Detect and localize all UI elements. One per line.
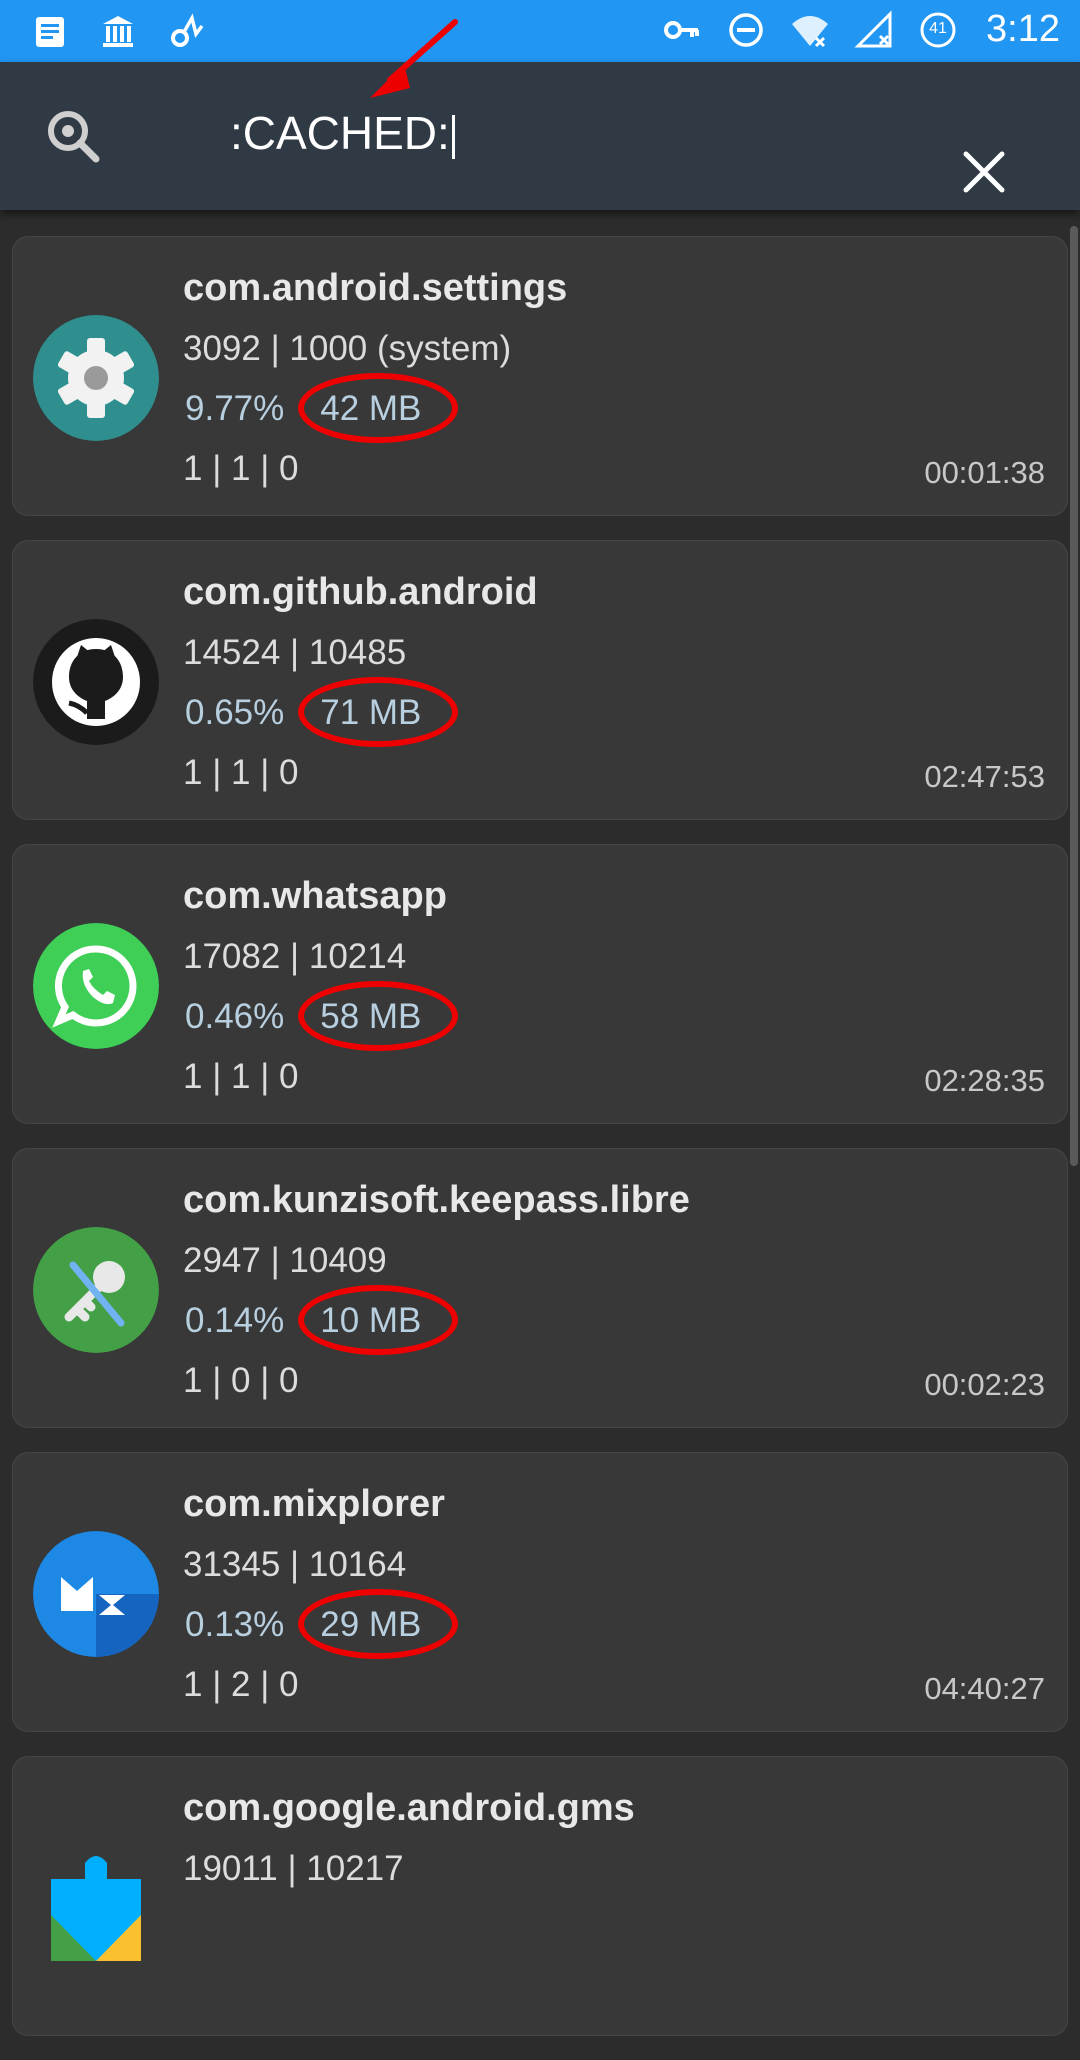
thread-counts: 1 | 0 | 0 <box>183 1361 299 1400</box>
battery-icon: 41 <box>918 10 958 50</box>
uptime: 00:01:38 <box>924 455 1045 490</box>
cpu-usage: 0.13% <box>185 1605 285 1644</box>
close-icon[interactable] <box>958 146 1010 198</box>
document-icon <box>36 17 64 47</box>
process-ids: 14524 | 10485 <box>183 633 407 672</box>
wifi-icon <box>792 15 829 47</box>
search-query-text: :CACHED: <box>230 107 450 159</box>
package-name: com.mixplorer <box>183 1483 445 1525</box>
status-bar: 41 3:12 <box>0 0 1080 62</box>
process-list: com.android.settings 3092 | 1000 (system… <box>12 236 1068 2060</box>
process-ids: 17082 | 10214 <box>183 937 407 976</box>
clock: 3:12 <box>986 8 1060 50</box>
github-icon <box>33 619 159 745</box>
cpu-usage: 0.14% <box>185 1301 285 1340</box>
process-card[interactable]: com.android.settings 3092 | 1000 (system… <box>12 236 1068 516</box>
package-name: com.android.settings <box>183 267 568 309</box>
annotation-circle <box>298 677 458 747</box>
cpu-usage: 9.77% <box>185 389 285 428</box>
keepass-key-icon <box>33 1227 159 1353</box>
annotation-circle <box>298 981 458 1051</box>
uptime: 02:28:35 <box>924 1063 1045 1098</box>
text-cursor <box>451 114 455 159</box>
whatsapp-icon <box>33 923 159 1049</box>
package-name: com.whatsapp <box>183 875 447 917</box>
uptime: 02:47:53 <box>924 759 1045 794</box>
package-name: com.google.android.gms <box>183 1787 635 1829</box>
search-settings-icon[interactable] <box>44 107 102 165</box>
process-card[interactable]: com.kunzisoft.keepass.libre 2947 | 10409… <box>12 1148 1068 1428</box>
thread-counts: 1 | 1 | 0 <box>183 753 299 792</box>
uptime: 00:02:23 <box>924 1367 1045 1402</box>
thread-counts: 1 | 1 | 0 <box>183 1057 299 1096</box>
process-card[interactable]: com.whatsapp 17082 | 10214 0.46% 58 MB 1 … <box>12 844 1068 1124</box>
process-ids: 3092 | 1000 (system) <box>183 329 512 368</box>
bank-icon <box>103 16 133 47</box>
vpn-key-icon <box>664 20 700 39</box>
battery-level: 41 <box>929 19 947 37</box>
process-card[interactable]: com.mixplorer 31345 | 10164 0.13% 29 MB 1… <box>12 1452 1068 1732</box>
cpu-usage: 0.46% <box>185 997 285 1036</box>
uptime: 04:40:27 <box>924 1671 1045 1706</box>
process-card[interactable]: com.google.android.gms 19011 | 10217 <box>12 1756 1068 2036</box>
sync-settings-icon <box>171 13 204 47</box>
annotation-arrow <box>370 19 458 98</box>
annotation-circle <box>298 1589 458 1659</box>
search-input[interactable]: :CACHED: <box>230 106 930 166</box>
thread-counts: 1 | 1 | 0 <box>183 449 299 488</box>
process-ids: 2947 | 10409 <box>183 1241 387 1280</box>
thread-counts: 1 | 2 | 0 <box>183 1665 299 1704</box>
do-not-disturb-icon <box>729 12 763 47</box>
settings-gear-icon <box>33 315 159 441</box>
search-toolbar: :CACHED: <box>0 62 1080 210</box>
package-name: com.github.android <box>183 571 538 613</box>
signal-icon <box>854 9 892 47</box>
process-ids: 19011 | 10217 <box>183 1849 404 1888</box>
scrollbar[interactable] <box>1070 226 1078 1166</box>
process-card[interactable]: com.github.android 14524 | 10485 0.65% 71… <box>12 540 1068 820</box>
cpu-usage: 0.65% <box>185 693 285 732</box>
package-name: com.kunzisoft.keepass.libre <box>183 1179 690 1221</box>
play-services-icon <box>33 1835 159 1961</box>
mixplorer-icon <box>33 1531 159 1657</box>
process-ids: 31345 | 10164 <box>183 1545 407 1584</box>
annotation-circle <box>298 1285 458 1355</box>
annotation-circle <box>298 373 458 443</box>
